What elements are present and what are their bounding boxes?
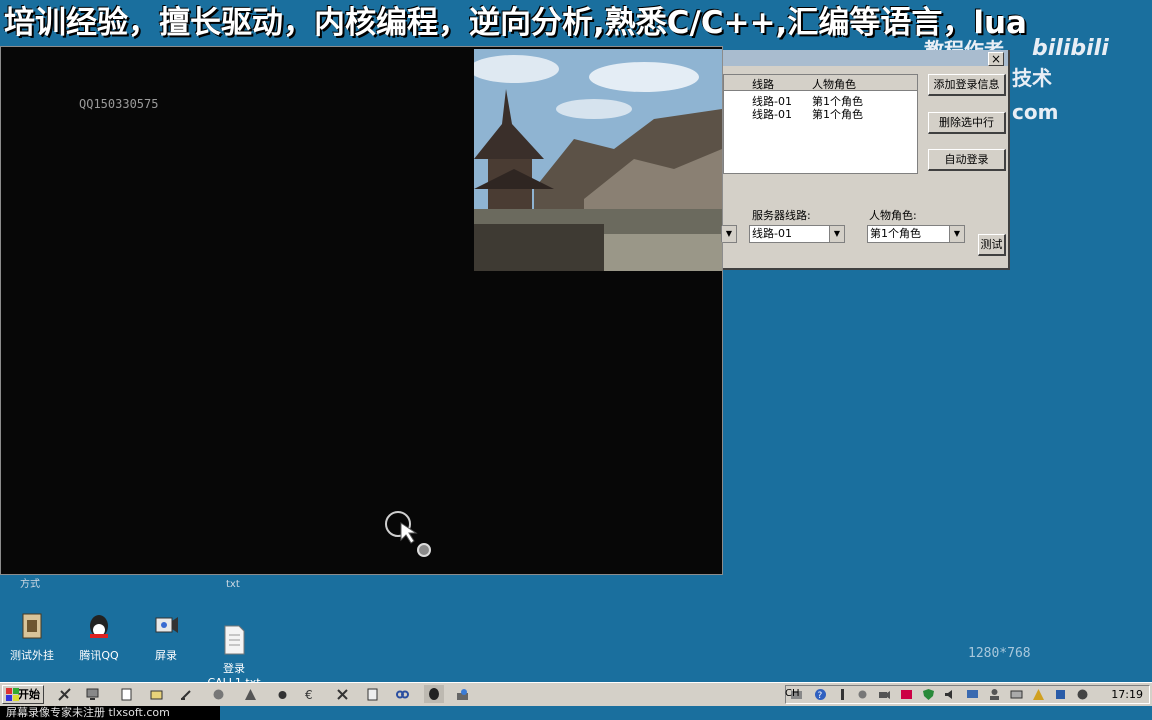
desktop-icon-recorder[interactable]: 屏录: [136, 612, 196, 663]
ime-indicator[interactable]: CH: [785, 688, 800, 699]
quicklaunch-e-icon[interactable]: €: [304, 688, 317, 701]
tray-monitor-icon[interactable]: [966, 688, 979, 701]
list-item[interactable]: 线路-01 第1个角色: [724, 106, 917, 121]
chevron-down-icon: ▼: [721, 226, 736, 242]
tray-chat-icon[interactable]: [900, 688, 913, 701]
quicklaunch-bug-icon[interactable]: [276, 688, 289, 701]
quicklaunch-cut-icon[interactable]: [336, 688, 349, 701]
role-select[interactable]: 第1个角色 ▼: [867, 225, 965, 243]
desktop-icon-label: 腾讯QQ: [79, 649, 119, 662]
resolution-text: 1280*768: [968, 646, 1031, 661]
tray-warning-icon[interactable]: [1032, 688, 1045, 701]
partial-label: txt: [226, 579, 240, 590]
tray-volume-icon[interactable]: [944, 688, 957, 701]
tray-ball-icon[interactable]: [1076, 688, 1089, 701]
login-scene-image: [474, 49, 722, 271]
tray-shield-icon[interactable]: [922, 688, 935, 701]
chevron-down-icon: ▼: [829, 226, 844, 242]
recorder-icon: [155, 617, 178, 633]
auto-login-button[interactable]: 自动登录: [928, 149, 1006, 171]
tray-camera-icon[interactable]: [878, 688, 891, 701]
taskbar-qq-icon[interactable]: [424, 685, 444, 703]
svg-text:?: ?: [818, 691, 823, 701]
server-line-value: 线路-01: [752, 227, 792, 240]
tray-disk-icon[interactable]: [1010, 688, 1023, 701]
desktop-icon-qq[interactable]: 腾讯QQ: [69, 612, 129, 663]
line-cell: 线路-01: [752, 108, 792, 121]
quicklaunch-edit-icon[interactable]: [180, 688, 193, 701]
qq-watermark: QQ150330575: [79, 97, 159, 111]
desktop-icon-label: 测试外挂: [10, 649, 54, 662]
tray-help-icon[interactable]: ?: [814, 688, 827, 701]
quicklaunch-page-icon[interactable]: [120, 688, 133, 701]
delete-selected-row-button[interactable]: 删除选中行: [928, 112, 1006, 134]
chevron-down-icon: ▼: [949, 226, 964, 242]
bilibili-logo: bilibili: [1032, 36, 1109, 61]
login-manager-dialog[interactable]: × 线路 人物角色 线路-01 第1个角色 线路-01 第1个角色 添加登录信息…: [721, 50, 1010, 270]
login-list[interactable]: 线路 人物角色 线路-01 第1个角色 线路-01 第1个角色: [723, 74, 918, 174]
watermark-line3: com: [1012, 100, 1059, 124]
taskbar: 开始 € ? 17:19: [0, 682, 1152, 706]
desktop-icon-test-tool[interactable]: 测试外挂: [2, 612, 62, 663]
account-combo[interactable]: ▼: [721, 225, 737, 243]
start-label: 开始: [18, 688, 40, 701]
partial-label: 方式: [20, 579, 40, 590]
tray-settings-icon[interactable]: [856, 688, 869, 701]
role-label: 人物角色:: [869, 209, 917, 222]
game-window[interactable]: QQ150330575: [0, 46, 723, 575]
test-button[interactable]: 测试: [978, 234, 1006, 256]
desktop-icon-label: 屏录: [155, 649, 177, 662]
add-login-info-button[interactable]: 添加登录信息: [928, 74, 1006, 96]
role-value: 第1个角色: [870, 227, 921, 240]
text-file-icon: [224, 625, 245, 655]
close-button[interactable]: ×: [988, 52, 1004, 66]
server-line-label: 服务器线路:: [752, 209, 811, 222]
quicklaunch-app-icon[interactable]: [212, 688, 225, 701]
dialog-titlebar[interactable]: [723, 50, 1008, 66]
taskbar-app-icon[interactable]: [456, 688, 469, 701]
mouse-cursor-icon: [385, 511, 431, 557]
list-item[interactable]: 线路-01 第1个角色: [724, 93, 917, 108]
quicklaunch-tree-icon[interactable]: [244, 688, 257, 701]
quicklaunch-doc-icon[interactable]: [366, 688, 379, 701]
quicklaunch-folder-icon[interactable]: [150, 688, 163, 701]
windows-logo-icon: [6, 688, 19, 701]
column-header-line[interactable]: 线路: [752, 76, 774, 92]
clock[interactable]: 17:19: [1111, 688, 1143, 701]
quicklaunch-monitor-icon[interactable]: [86, 688, 99, 701]
quicklaunch-link-icon[interactable]: [396, 688, 409, 701]
role-cell: 第1个角色: [812, 108, 863, 121]
watermark-line2: 技术: [1012, 66, 1052, 90]
column-header-role[interactable]: 人物角色: [812, 76, 856, 92]
svg-text:€: €: [305, 688, 313, 701]
tool-icon: [22, 613, 42, 639]
quicklaunch-tool-icon[interactable]: [58, 688, 71, 701]
tray-user-icon[interactable]: [988, 688, 1001, 701]
tray-signal-icon[interactable]: [836, 688, 849, 701]
server-line-select[interactable]: 线路-01 ▼: [749, 225, 845, 243]
system-tray: ? 17:19: [785, 685, 1150, 704]
hidden-icon-row: 方式 txt: [0, 573, 330, 593]
tray-app-icon[interactable]: [1054, 688, 1067, 701]
qq-icon: [90, 615, 108, 638]
recorder-watermark: 屏幕录像专家未注册 tlxsoft.com: [0, 706, 220, 720]
list-header: 线路 人物角色: [724, 75, 917, 91]
